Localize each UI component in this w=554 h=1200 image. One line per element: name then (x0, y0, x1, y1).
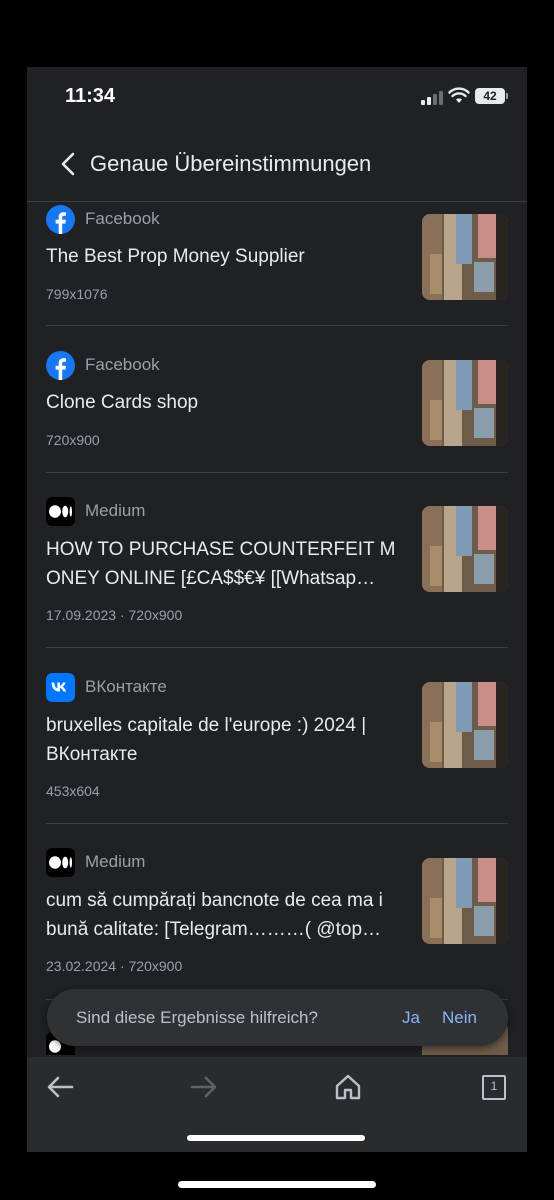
vk-icon (46, 673, 75, 702)
banknotes-thumbnail-icon (422, 360, 508, 446)
divider (46, 823, 508, 824)
medium-icon (46, 848, 75, 877)
facebook-icon (46, 351, 75, 380)
banknotes-thumbnail-icon (422, 682, 508, 768)
feedback-bar: Sind diese Ergebnisse hilfreich? Ja Nein (47, 989, 508, 1046)
divider (46, 472, 508, 473)
tabs-button[interactable]: 1 (473, 1067, 513, 1107)
result-thumbnail[interactable] (422, 214, 508, 300)
battery-tip (506, 93, 508, 99)
result-item[interactable]: Medium cum să cumpărați bancnote de cea … (46, 848, 508, 998)
feedback-no-button[interactable]: Nein (442, 1008, 477, 1028)
bottom-nav: 1 (27, 1057, 527, 1152)
divider (46, 325, 508, 326)
facebook-icon (46, 205, 75, 234)
result-meta: 17.09.2023 · 720x900 (46, 607, 183, 623)
source-row[interactable]: ВКонтакте (46, 673, 406, 703)
result-title[interactable]: bruxelles capitale de l'europe :) 2024 |… (46, 711, 398, 769)
source-row[interactable]: Facebook (46, 351, 406, 381)
outer-home-indicator (178, 1181, 376, 1188)
source-name: ВКонтакте (85, 677, 167, 696)
result-thumbnail[interactable] (422, 360, 508, 446)
result-meta: 720x900 (46, 432, 100, 448)
result-title[interactable]: cum să cumpărați bancnote de cea ma i bu… (46, 886, 398, 944)
home-indicator (187, 1135, 365, 1141)
battery-indicator: 42 (475, 88, 505, 104)
result-title[interactable]: The Best Prop Money Supplier (46, 242, 398, 271)
banknotes-thumbnail-icon (422, 858, 508, 944)
banknotes-thumbnail-icon (422, 506, 508, 592)
source-row[interactable]: Facebook (46, 205, 406, 235)
signal-icon (421, 89, 443, 105)
result-title[interactable]: HOW TO PURCHASE COUNTERFEIT M ONEY ONLIN… (46, 535, 398, 593)
result-meta: 453x604 (46, 783, 100, 799)
source-name: Medium (85, 852, 146, 871)
back-arrow-icon[interactable] (55, 149, 83, 179)
result-thumbnail[interactable] (422, 858, 508, 944)
result-meta: 799x1076 (46, 286, 108, 302)
result-title[interactable]: Clone Cards shop (46, 388, 398, 417)
medium-icon (46, 497, 75, 526)
app-header: Genaue Übereinstimmungen (27, 127, 527, 202)
result-item[interactable]: Facebook The Best Prop Money Supplier 79… (46, 205, 508, 320)
divider (46, 647, 508, 648)
result-item[interactable]: Facebook Clone Cards shop 720x900 (46, 351, 508, 466)
back-icon[interactable] (40, 1067, 80, 1107)
source-name: Medium (85, 501, 146, 520)
source-row[interactable]: Medium (46, 848, 406, 878)
result-thumbnail[interactable] (422, 506, 508, 592)
banknotes-thumbnail-icon (422, 214, 508, 300)
result-thumbnail[interactable] (422, 682, 508, 768)
result-item[interactable]: ВКонтакте bruxelles capitale de l'europe… (46, 673, 508, 823)
result-meta: 23.02.2024 · 720x900 (46, 958, 183, 974)
page-title: Genaue Übereinstimmungen (90, 151, 372, 176)
status-time: 11:34 (65, 85, 116, 107)
wifi-icon (448, 87, 470, 103)
source-name: Facebook (85, 209, 160, 228)
feedback-yes-button[interactable]: Ja (402, 1008, 420, 1028)
result-item[interactable]: Medium HOW TO PURCHASE COUNTERFEIT M ONE… (46, 497, 508, 647)
source-row[interactable]: Medium (46, 497, 406, 527)
tabs-count: 1 (490, 1079, 498, 1093)
feedback-question: Sind diese Ergebnisse hilfreich? (76, 1008, 318, 1027)
source-name: Facebook (85, 355, 160, 374)
results-list: Facebook The Best Prop Money Supplier 79… (27, 202, 527, 1055)
home-icon[interactable] (328, 1067, 368, 1107)
phone-screen: 11:34 42 Genaue Übereinstimmungen Facebo… (27, 67, 527, 1152)
status-bar: 11:34 42 (27, 67, 527, 127)
forward-icon[interactable] (184, 1067, 224, 1107)
